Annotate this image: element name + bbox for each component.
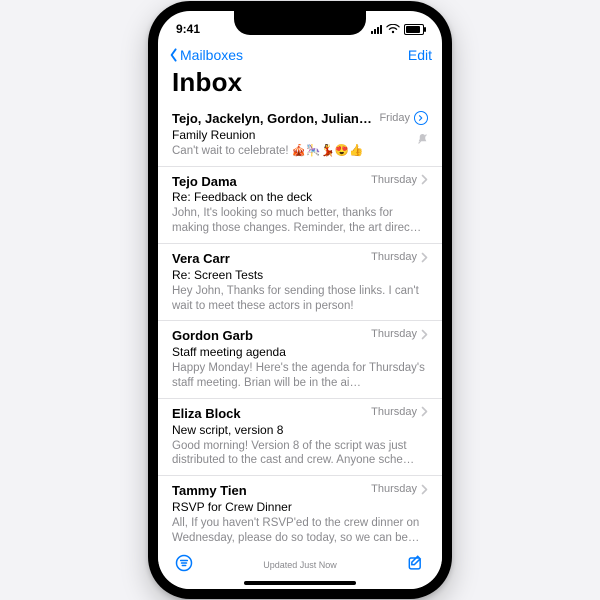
message-sender: Vera Carr — [172, 251, 365, 267]
message-sender: Tejo, Jackelyn, Gordon, Juliana... — [172, 111, 373, 127]
message-subject: RSVP for Crew Dinner — [172, 500, 428, 515]
message-row[interactable]: Gordon Garb Thursday Staff meeting agendaH… — [158, 320, 442, 397]
filter-button[interactable] — [174, 553, 194, 578]
edit-button[interactable]: Edit — [408, 47, 432, 63]
device-frame: 9:41 Mailboxes Edit Inbox Tejo, Jackelyn… — [148, 1, 452, 599]
message-subject: Re: Feedback on the deck — [172, 190, 428, 205]
message-date: Thursday — [371, 174, 417, 186]
message-preview: John, It's looking so much better, thank… — [172, 206, 428, 236]
cell-signal-icon — [371, 24, 382, 34]
message-date: Friday — [379, 112, 410, 124]
compose-button[interactable] — [406, 553, 426, 578]
chevron-right-icon — [421, 252, 428, 263]
message-preview: Good morning! Version 8 of the script wa… — [172, 439, 428, 469]
message-date: Thursday — [371, 483, 417, 495]
chevron-left-icon — [168, 47, 180, 63]
chevron-right-icon — [421, 174, 428, 185]
message-subject: Staff meeting agenda — [172, 345, 428, 360]
message-subject: New script, version 8 — [172, 423, 428, 438]
message-row[interactable]: Tejo, Jackelyn, Gordon, Juliana... Friday… — [158, 104, 442, 166]
screen: 9:41 Mailboxes Edit Inbox Tejo, Jackelyn… — [158, 11, 442, 589]
chevron-right-icon — [421, 484, 428, 495]
message-row[interactable]: Vera Carr Thursday Re: Screen TestsHey Joh… — [158, 243, 442, 320]
chevron-right-icon — [421, 329, 428, 340]
compose-icon — [406, 553, 426, 573]
chevron-right-icon — [421, 406, 428, 417]
toolbar-status: Updated Just Now — [158, 560, 442, 570]
message-date: Thursday — [371, 406, 417, 418]
message-row[interactable]: Tammy Tien Thursday RSVP for Crew DinnerAl… — [158, 475, 442, 546]
message-sender: Gordon Garb — [172, 328, 365, 344]
filter-icon — [174, 553, 194, 573]
notch — [234, 11, 366, 35]
message-subject: Family Reunion — [172, 128, 428, 143]
muted-icon — [417, 132, 428, 150]
message-list[interactable]: Tejo, Jackelyn, Gordon, Juliana... Friday… — [158, 104, 442, 546]
message-row[interactable]: Tejo Dama Thursday Re: Feedback on the dec… — [158, 166, 442, 243]
message-sender: Tejo Dama — [172, 174, 365, 190]
page-title: Inbox — [158, 65, 442, 104]
message-preview: Happy Monday! Here's the agenda for Thur… — [172, 361, 428, 391]
wifi-icon — [386, 24, 400, 34]
message-subject: Re: Screen Tests — [172, 268, 428, 283]
message-date: Thursday — [371, 328, 417, 340]
message-date: Thursday — [371, 251, 417, 263]
message-sender: Tammy Tien — [172, 483, 365, 499]
back-label: Mailboxes — [180, 47, 243, 63]
back-button[interactable]: Mailboxes — [168, 47, 243, 63]
message-preview: Can't wait to celebrate! 🎪🎠💃😍👍 — [172, 144, 428, 159]
message-sender: Eliza Block — [172, 406, 365, 422]
thread-indicator-icon — [414, 111, 428, 125]
status-time: 9:41 — [176, 22, 200, 36]
battery-icon — [404, 24, 424, 35]
nav-bar: Mailboxes Edit — [158, 47, 442, 65]
message-row[interactable]: Eliza Block Thursday New script, version 8… — [158, 398, 442, 475]
home-indicator[interactable] — [244, 581, 356, 585]
message-preview: All, If you haven't RSVP'ed to the crew … — [172, 516, 428, 546]
message-preview: Hey John, Thanks for sending those links… — [172, 284, 428, 314]
